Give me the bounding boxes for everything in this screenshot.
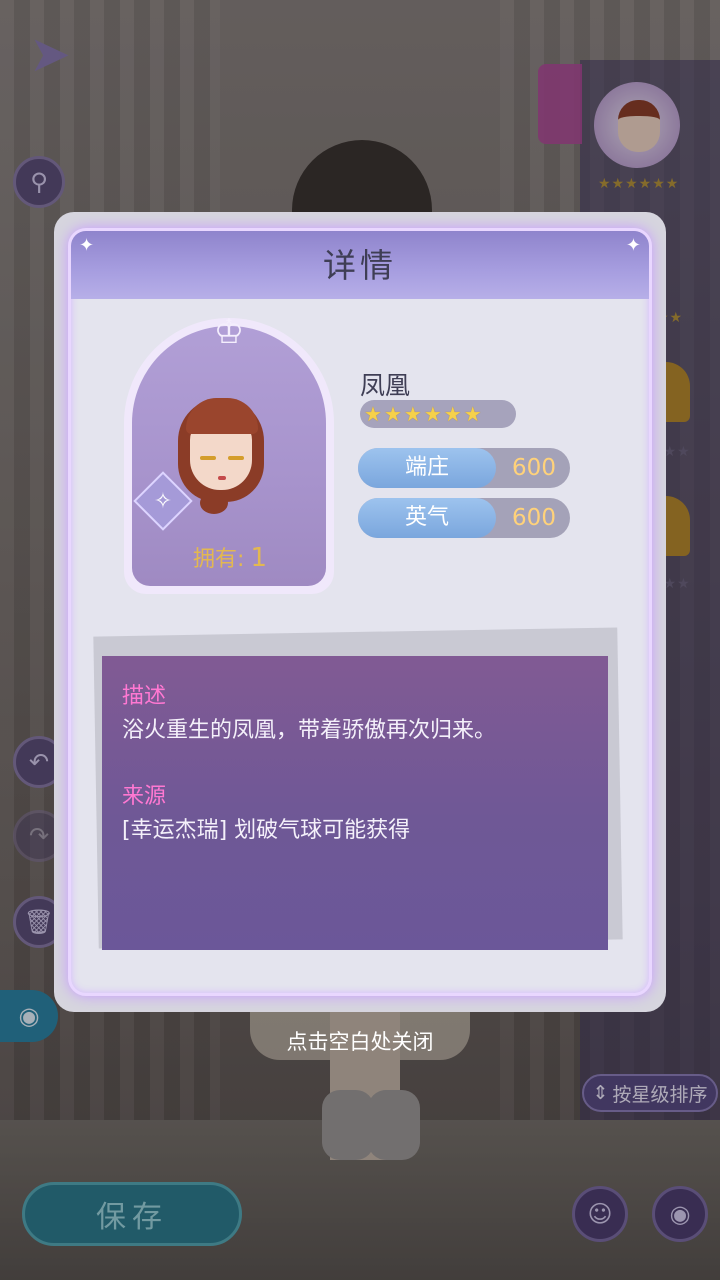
source-text: [幸运杰瑞] 划破气球可能获得 — [122, 818, 411, 843]
item-star-rating: ★ ★ ★ ★ ★ ★ — [360, 400, 516, 428]
description-text: 浴火重生的凤凰，带着骄傲再次归来。 — [122, 718, 497, 743]
owned-label: 拥有: — [193, 547, 245, 572]
item-name: 凤凰 — [360, 371, 411, 400]
stat-value-1: 600 — [512, 455, 556, 481]
stat-row-2: 英气 600 — [358, 498, 570, 538]
star-icon: ★ — [463, 402, 482, 426]
star-icon: ★ — [443, 402, 462, 426]
star-icon: ★ — [364, 402, 382, 426]
close-hint: 点击空白处关闭 — [286, 1030, 434, 1054]
owned-number: 1 — [250, 543, 267, 573]
star-icon: ★ — [423, 402, 442, 426]
modal-title: 详情 — [323, 246, 397, 285]
corner-ornament-right: ✦ — [625, 235, 641, 256]
owned-count: 拥有: 1 — [160, 540, 300, 576]
star-icon: ★ — [383, 402, 402, 426]
item-eye-left — [200, 456, 216, 460]
source-heading: 来源 — [122, 784, 167, 809]
crown-ornament-icon: ♔ — [213, 312, 245, 352]
description-heading: 描述 — [122, 684, 167, 709]
item-braid — [200, 492, 228, 514]
magic-wand-icon: ✧ — [153, 488, 173, 514]
item-mouth — [218, 476, 226, 480]
star-icon: ★ — [403, 402, 422, 426]
stat-label-1: 端庄 — [358, 448, 496, 488]
corner-ornament-left: ✦ — [79, 235, 95, 256]
stat-label-2: 英气 — [358, 498, 496, 538]
stat-row-1: 端庄 600 — [358, 448, 570, 488]
description-paper — [102, 656, 608, 950]
stat-value-2: 600 — [512, 505, 556, 531]
item-eye-right — [228, 456, 244, 460]
